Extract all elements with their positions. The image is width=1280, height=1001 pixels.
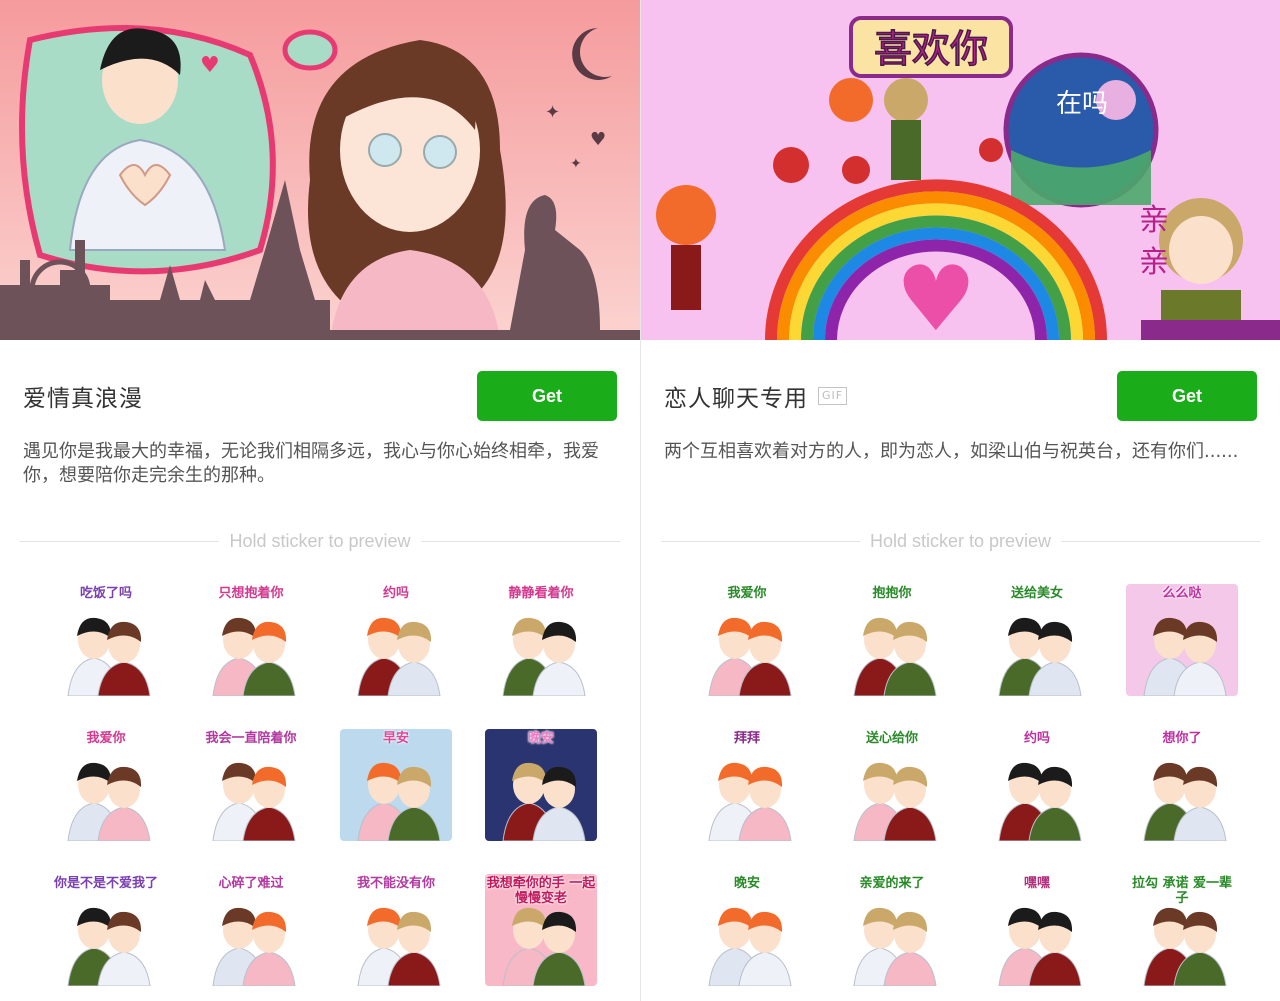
sticker-caption: 我爱你 [727, 586, 767, 601]
sticker-item[interactable]: 只想抱着你 [195, 584, 307, 696]
divider-line [420, 540, 621, 542]
sticker-item[interactable]: 送心给你 [836, 729, 948, 841]
sticker-caption: 我爱你 [86, 731, 126, 746]
sticker-item[interactable]: 晚安 [485, 729, 597, 841]
sticker-store-page: ✦ ✦ ♥ ♥ 爱情真浪漫 Get 遇见你是我最大的幸福，无论我们相隔多远，我心… [0, 0, 1280, 1001]
divider-line [661, 540, 860, 542]
sticker-pack-romance: ✦ ✦ ♥ ♥ 爱情真浪漫 Get 遇见你是我最大的幸福，无论我们相隔多远，我心… [0, 0, 640, 1001]
sticker-item[interactable]: 约吗 [340, 584, 452, 696]
title-row: 爱情真浪漫 Get [23, 340, 617, 450]
sticker-item[interactable]: 晚安 [691, 874, 803, 986]
pack-info: 恋人聊天专用 GIF Get 两个互相喜欢着对方的人，即为恋人，如梁山伯与祝英台… [641, 340, 1280, 502]
sticker-caption: 亲爱的来了 [859, 876, 925, 891]
banner-illustration: ✦ ✦ ♥ ♥ [0, 0, 640, 340]
sticker-caption: 抱抱你 [872, 586, 912, 601]
sticker-caption: 吃饭了吗 [79, 586, 132, 601]
get-button[interactable]: Get [1117, 371, 1257, 421]
sticker-pack-lovers-chat: 喜欢你 在吗 ♥ 亲 亲 恋人聊天专用 GIF Get 两个互相喜欢着对方的人，… [640, 0, 1280, 1001]
pack-banner: 喜欢你 在吗 ♥ 亲 亲 [641, 0, 1280, 340]
pack-banner: ✦ ✦ ♥ ♥ [0, 0, 640, 340]
sticker-caption: 晚安 [527, 731, 554, 746]
sticker-item[interactable]: 你是不是不爱我了 [50, 874, 162, 986]
sticker-item[interactable]: 拉勾 承诺 爱一辈子 [1126, 874, 1238, 986]
preview-hint-divider: Hold sticker to preview [20, 528, 621, 554]
sticker-caption: 我会一直陪着你 [205, 731, 297, 746]
sticker-caption: 约吗 [1023, 731, 1050, 746]
sticker-item[interactable]: 么么哒 [1126, 584, 1238, 696]
title-wrap: 爱情真浪漫 [23, 379, 143, 413]
sticker-item[interactable]: 亲爱的来了 [836, 874, 948, 986]
sticker-caption: 我想牵你的手 一起慢慢变老 [486, 876, 596, 906]
svg-text:✦: ✦ [570, 156, 582, 172]
title-row: 恋人聊天专用 GIF Get [664, 340, 1257, 450]
pack-info: 爱情真浪漫 Get 遇见你是我最大的幸福，无论我们相隔多远，我心与你心始终相牵，… [0, 340, 640, 502]
sticker-item[interactable]: 我爱你 [50, 729, 162, 841]
sticker-item[interactable]: 静静看着你 [485, 584, 597, 696]
sticker-caption: 只想抱着你 [218, 586, 284, 601]
title-wrap: 恋人聊天专用 GIF [664, 379, 848, 413]
sticker-item[interactable]: 抱抱你 [836, 584, 948, 696]
sticker-item[interactable]: 我不能没有你 [340, 874, 452, 986]
gif-badge: GIF [818, 387, 848, 405]
sticker-grid: 吃饭了吗 只想抱着你 约吗 静静看着你我爱你 我会一直陪着你 早安 晚安你是不是不爱我了 心碎… [0, 554, 640, 986]
divider-line [1061, 540, 1261, 542]
divider-line [20, 540, 220, 542]
svg-text:亲: 亲 [1139, 245, 1169, 280]
hold-to-preview-hint: Hold sticker to preview [869, 530, 1052, 551]
svg-text:♥: ♥ [590, 129, 606, 150]
pack-description: 两个互相喜欢着对方的人，即为恋人，如梁山伯与祝英台，还有你们...... [664, 441, 1239, 462]
pack-description: 遇见你是我最大的幸福，无论我们相隔多远，我心与你心始终相牵，我爱你，想要陪你走完… [23, 441, 599, 486]
sticker-caption: 你是不是不爱我了 [53, 876, 158, 891]
svg-text:♥: ♥ [200, 53, 220, 78]
sticker-caption: 心碎了难过 [218, 876, 284, 891]
svg-text:亲: 亲 [1139, 203, 1169, 238]
pack-title: 爱情真浪漫 [23, 386, 143, 412]
banner-illustration: 喜欢你 在吗 ♥ 亲 亲 [641, 0, 1280, 340]
svg-text:✦: ✦ [545, 102, 560, 123]
sticker-item[interactable]: 心碎了难过 [195, 874, 307, 986]
sticker-caption: 我不能没有你 [356, 876, 435, 891]
preview-hint-divider: Hold sticker to preview [661, 528, 1261, 554]
sticker-item[interactable]: 我想牵你的手 一起慢慢变老 [485, 874, 597, 986]
sticker-item[interactable]: 送给美女 [981, 584, 1093, 696]
sticker-caption: 早安 [382, 731, 409, 746]
sticker-caption: 约吗 [382, 586, 409, 601]
sticker-caption: 静静看着你 [508, 586, 574, 601]
sticker-caption: 嘿嘿 [1023, 876, 1050, 891]
sticker-caption: 拜拜 [733, 731, 760, 746]
svg-text:♥: ♥ [896, 247, 977, 340]
sticker-caption: 送给美女 [1010, 586, 1063, 601]
sticker-caption: 么么哒 [1162, 586, 1202, 601]
sticker-item[interactable]: 嘿嘿 [981, 874, 1093, 986]
sticker-caption: 晚安 [733, 876, 760, 891]
get-button[interactable]: Get [477, 371, 617, 421]
svg-text:喜欢你: 喜欢你 [874, 27, 988, 71]
sticker-caption: 想你了 [1162, 731, 1202, 746]
hold-to-preview-hint: Hold sticker to preview [229, 530, 411, 551]
pack-title: 恋人聊天专用 [664, 386, 808, 412]
sticker-item[interactable]: 我爱你 [691, 584, 803, 696]
sticker-item[interactable]: 想你了 [1126, 729, 1238, 841]
sticker-caption: 拉勾 承诺 爱一辈子 [1131, 876, 1233, 906]
sticker-item[interactable]: 吃饭了吗 [50, 584, 162, 696]
sticker-item[interactable]: 我会一直陪着你 [195, 729, 307, 841]
sticker-grid: 我爱你 抱抱你 送给美女 么么哒拜拜 送心给你 约吗 想你了晚安 亲爱的来了 嘿嘿 拉勾 承诺 爱… [641, 554, 1280, 986]
sticker-item[interactable]: 约吗 [981, 729, 1093, 841]
sticker-caption: 送心给你 [865, 731, 918, 746]
sticker-item[interactable]: 早安 [340, 729, 452, 841]
sticker-item[interactable]: 拜拜 [691, 729, 803, 841]
svg-text:在吗: 在吗 [1056, 89, 1108, 119]
